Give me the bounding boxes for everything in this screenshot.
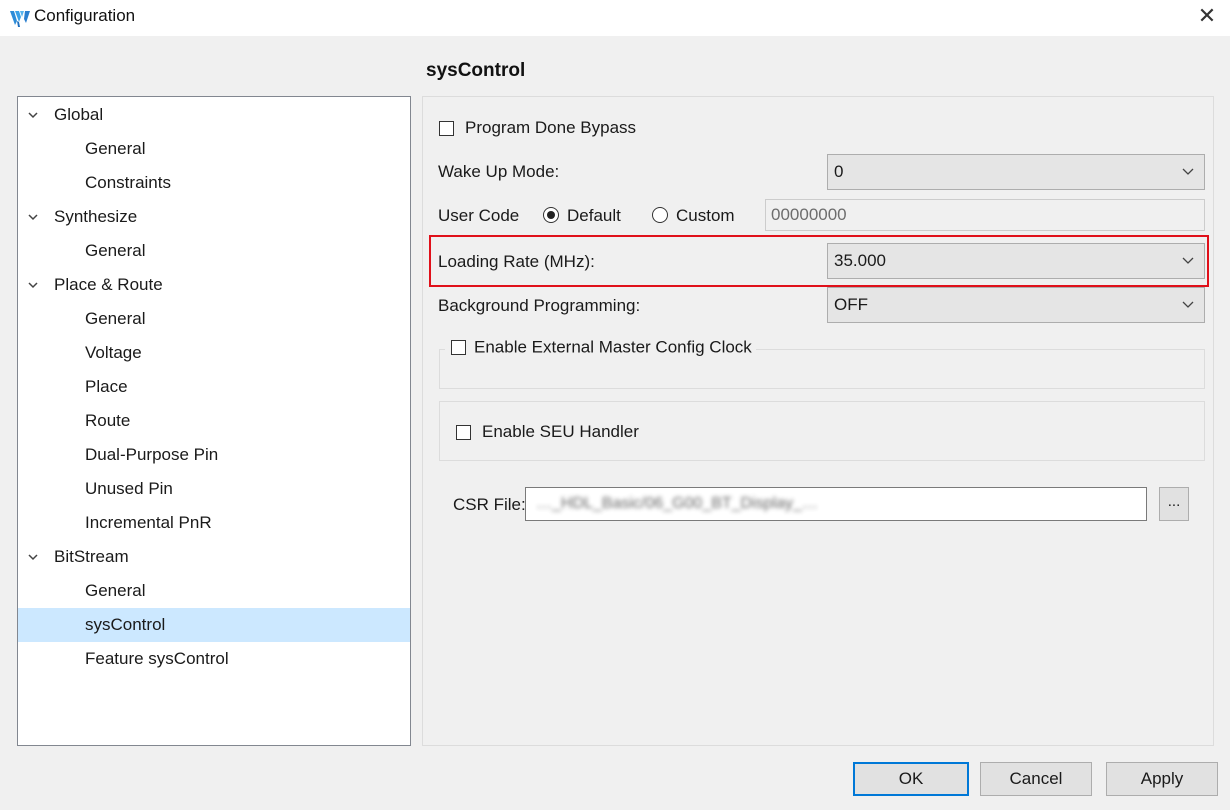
window-title: Configuration: [34, 6, 136, 25]
tree-item-label: Route: [85, 411, 131, 430]
tree-item-syscontrol[interactable]: sysControl: [18, 608, 410, 642]
seu-handler-label: Enable SEU Handler: [482, 422, 639, 441]
user-code-custom-radio[interactable]: [652, 207, 668, 223]
background-programming-select[interactable]: OFF: [827, 287, 1205, 323]
tree-item-label: Constraints: [85, 173, 171, 192]
tree-item-pnr-general[interactable]: General: [18, 302, 410, 336]
tree-item-feature-syscontrol[interactable]: Feature sysControl: [18, 642, 410, 676]
tree-item-dual-purpose-pin[interactable]: Dual-Purpose Pin: [18, 438, 410, 472]
wake-up-mode-select[interactable]: 0: [827, 154, 1205, 190]
chevron-down-icon: [1182, 301, 1194, 308]
external-master-clock-checkbox[interactable]: [451, 340, 466, 356]
background-programming-value: OFF: [834, 295, 868, 314]
tree-item-global-general[interactable]: General: [18, 132, 410, 166]
user-code-default-label: Default: [567, 206, 621, 225]
user-code-input[interactable]: 00000000: [765, 199, 1205, 231]
tree-item-label: Synthesize: [54, 207, 138, 226]
wake-up-mode-label: Wake Up Mode:: [438, 162, 560, 181]
seu-handler-checkbox[interactable]: [456, 425, 471, 440]
tree-item-route[interactable]: Route: [18, 404, 410, 438]
chevron-down-icon[interactable]: [27, 109, 39, 121]
user-code-custom-label: Custom: [676, 206, 735, 225]
user-code-default-radio[interactable]: [543, 207, 559, 223]
tree-item-label: Place & Route: [54, 275, 163, 294]
tree-item-voltage[interactable]: Voltage: [18, 336, 410, 370]
tree-item-synthesize-general[interactable]: General: [18, 234, 410, 268]
external-master-clock-label: Enable External Master Config Clock: [474, 337, 752, 357]
chevron-down-icon: [1182, 168, 1194, 175]
tree-item-label: General: [85, 581, 146, 600]
tree-item-label: General: [85, 309, 146, 328]
csr-file-label: CSR File:: [453, 495, 526, 514]
tree-item-synthesize[interactable]: Synthesize: [18, 200, 410, 234]
tree-item-global[interactable]: Global: [18, 98, 410, 132]
background-programming-label: Background Programming:: [438, 296, 641, 315]
tree-item-label: Unused Pin: [85, 479, 173, 498]
external-master-clock-legend: Enable External Master Config Clock: [445, 335, 756, 359]
loading-rate-select[interactable]: 35.000: [827, 243, 1205, 279]
csr-file-input[interactable]: …_HDL_Basic/06_G00_BT_Display_…: [525, 487, 1147, 521]
title-bar: Configuration ✕: [0, 0, 1230, 36]
tree-item-unused-pin[interactable]: Unused Pin: [18, 472, 410, 506]
wake-up-mode-value: 0: [834, 162, 844, 181]
cancel-button[interactable]: Cancel: [980, 762, 1092, 796]
tree-item-label: Global: [54, 105, 104, 124]
tree-item-label: General: [85, 241, 146, 260]
user-code-label: User Code: [438, 206, 520, 225]
csr-browse-button[interactable]: ...: [1159, 487, 1189, 521]
ok-button[interactable]: OK: [853, 762, 969, 796]
chevron-down-icon[interactable]: [27, 211, 39, 223]
chevron-down-icon[interactable]: [27, 551, 39, 563]
tree-item-label: BitStream: [54, 547, 129, 566]
loading-rate-value: 35.000: [834, 251, 886, 270]
program-done-bypass-checkbox[interactable]: [439, 121, 454, 136]
tree-item-label: Dual-Purpose Pin: [85, 445, 219, 464]
loading-rate-label: Loading Rate (MHz):: [438, 252, 595, 271]
csr-file-path: …_HDL_Basic/06_G00_BT_Display_…: [536, 495, 818, 512]
category-tree[interactable]: Global General Constraints Synthesize Ge…: [17, 96, 411, 746]
close-icon[interactable]: ✕: [1194, 3, 1220, 29]
tree-item-bitstream-general[interactable]: General: [18, 574, 410, 608]
apply-button[interactable]: Apply: [1106, 762, 1218, 796]
chevron-down-icon[interactable]: [27, 279, 39, 291]
tree-item-label: Place: [85, 377, 128, 396]
settings-panel: Program Done Bypass Wake Up Mode: 0 User…: [422, 96, 1214, 746]
tree-item-label: Feature sysControl: [85, 649, 229, 668]
tree-item-label: sysControl: [85, 615, 166, 634]
chevron-down-icon: [1182, 257, 1194, 264]
tree-item-label: Voltage: [85, 343, 142, 362]
tree-item-bitstream[interactable]: BitStream: [18, 540, 410, 574]
tree-item-label: General: [85, 139, 146, 158]
app-logo-icon: [10, 11, 30, 27]
tree-item-constraints[interactable]: Constraints: [18, 166, 410, 200]
tree-item-label: Incremental PnR: [85, 513, 212, 532]
program-done-bypass-label: Program Done Bypass: [465, 118, 637, 137]
tree-item-place-route[interactable]: Place & Route: [18, 268, 410, 302]
tree-item-incremental-pnr[interactable]: Incremental PnR: [18, 506, 410, 540]
page-title: sysControl: [426, 60, 526, 81]
tree-item-place[interactable]: Place: [18, 370, 410, 404]
